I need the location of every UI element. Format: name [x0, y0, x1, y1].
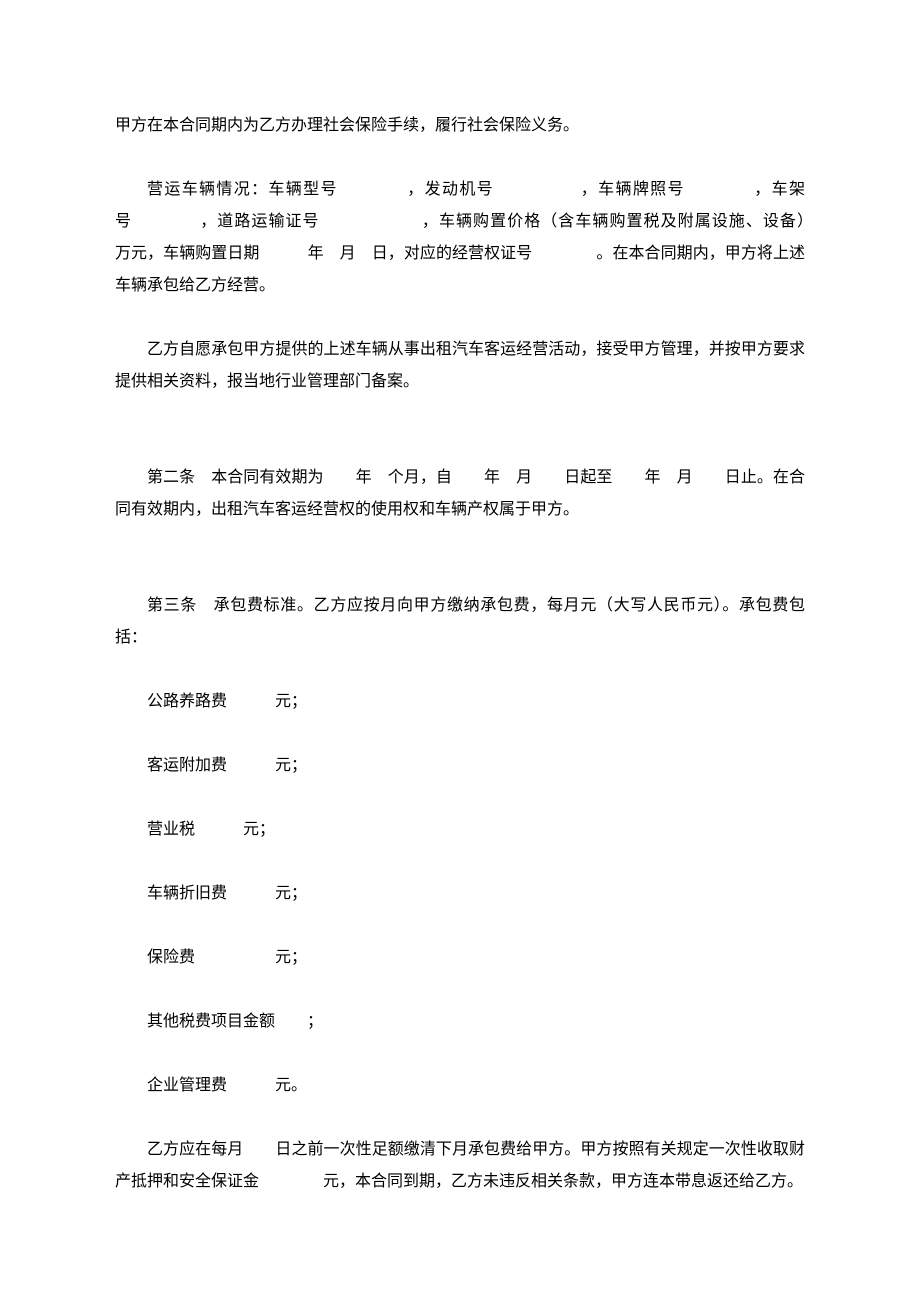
fee-item-other: 其他税费项目金额 ；	[115, 1006, 805, 1038]
fee-item-passenger: 客运附加费 元；	[115, 750, 805, 782]
fee-item-road: 公路养路费 元；	[115, 686, 805, 718]
article-3: 第三条 承包费标准。乙方应按月向甲方缴纳承包费，每月元（大写人民币元）。承包费包…	[115, 590, 805, 654]
fee-item-management: 企业管理费 元。	[115, 1070, 805, 1102]
paragraph-payment: 乙方应在每月 日之前一次性足额缴清下月承包费给甲方。甲方按照有关规定一次性收取财…	[115, 1134, 805, 1198]
paragraph-party-b-accept: 乙方自愿承包甲方提供的上述车辆从事出租汽车客运经营活动，接受甲方管理，并按甲方要…	[115, 334, 805, 398]
article-2: 第二条 本合同有效期为 年 个月，自 年 月 日起至 年 月 日止。在合同有效期…	[115, 462, 805, 526]
paragraph-insurance: 甲方在本合同期内为乙方办理社会保险手续，履行社会保险义务。	[115, 110, 805, 142]
fee-item-tax: 营业税 元；	[115, 814, 805, 846]
fee-item-insurance: 保险费 元；	[115, 942, 805, 974]
paragraph-vehicle-info: 营运车辆情况：车辆型号 ，发动机号 ，车辆牌照号 ，车架号 ，道路运输证号 ，车…	[115, 174, 805, 302]
fee-item-depreciation: 车辆折旧费 元；	[115, 878, 805, 910]
